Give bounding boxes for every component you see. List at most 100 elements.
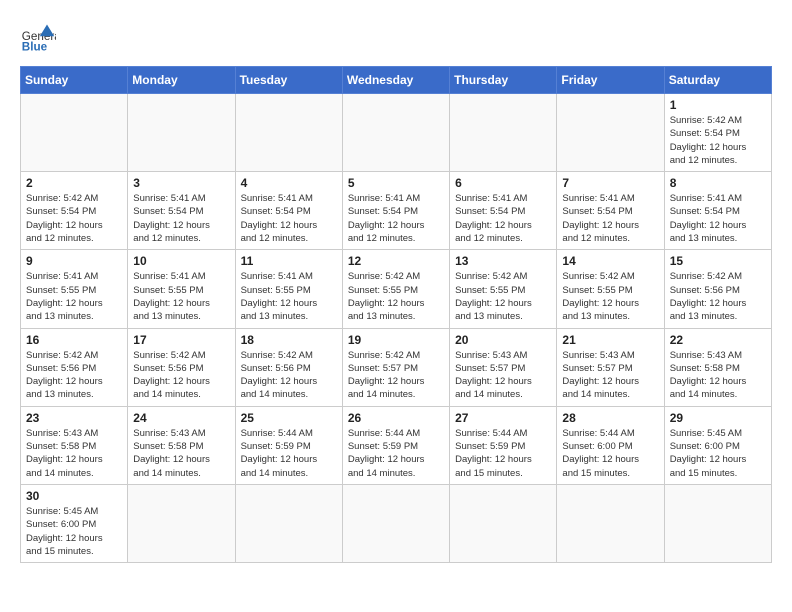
day-info: Sunrise: 5:41 AMSunset: 5:54 PMDaylight:… [133, 192, 229, 245]
calendar-cell [235, 94, 342, 172]
calendar-cell [450, 484, 557, 562]
day-info: Sunrise: 5:41 AMSunset: 5:55 PMDaylight:… [26, 270, 122, 323]
day-info: Sunrise: 5:42 AMSunset: 5:55 PMDaylight:… [348, 270, 444, 323]
day-info: Sunrise: 5:42 AMSunset: 5:56 PMDaylight:… [133, 349, 229, 402]
day-info: Sunrise: 5:42 AMSunset: 5:57 PMDaylight:… [348, 349, 444, 402]
day-number: 23 [26, 411, 122, 425]
calendar-cell [342, 94, 449, 172]
day-number: 21 [562, 333, 658, 347]
day-number: 24 [133, 411, 229, 425]
day-number: 5 [348, 176, 444, 190]
calendar-cell: 30 Sunrise: 5:45 AMSunset: 6:00 PMDayligh… [21, 484, 128, 562]
day-info: Sunrise: 5:41 AMSunset: 5:55 PMDaylight:… [133, 270, 229, 323]
day-number: 12 [348, 254, 444, 268]
day-info: Sunrise: 5:43 AMSunset: 5:58 PMDaylight:… [670, 349, 766, 402]
day-number: 9 [26, 254, 122, 268]
day-info: Sunrise: 5:42 AMSunset: 5:55 PMDaylight:… [562, 270, 658, 323]
calendar-cell [128, 484, 235, 562]
day-info: Sunrise: 5:41 AMSunset: 5:54 PMDaylight:… [670, 192, 766, 245]
logo: General Blue [20, 20, 56, 56]
calendar-cell: 10 Sunrise: 5:41 AMSunset: 5:55 PMDayligh… [128, 250, 235, 328]
day-number: 4 [241, 176, 337, 190]
day-info: Sunrise: 5:42 AMSunset: 5:55 PMDaylight:… [455, 270, 551, 323]
calendar-cell: 26 Sunrise: 5:44 AMSunset: 5:59 PMDayligh… [342, 406, 449, 484]
day-number: 26 [348, 411, 444, 425]
day-number: 16 [26, 333, 122, 347]
day-info: Sunrise: 5:43 AMSunset: 5:58 PMDaylight:… [26, 427, 122, 480]
day-info: Sunrise: 5:41 AMSunset: 5:54 PMDaylight:… [455, 192, 551, 245]
calendar-cell: 3Sunrise: 5:41 AMSunset: 5:54 PMDaylight… [128, 172, 235, 250]
calendar-cell: 25 Sunrise: 5:44 AMSunset: 5:59 PMDayligh… [235, 406, 342, 484]
day-info: Sunrise: 5:45 AMSunset: 6:00 PMDaylight:… [26, 505, 122, 558]
calendar-cell [664, 484, 771, 562]
day-number: 14 [562, 254, 658, 268]
day-info: Sunrise: 5:41 AMSunset: 5:54 PMDaylight:… [562, 192, 658, 245]
day-number: 25 [241, 411, 337, 425]
day-number: 11 [241, 254, 337, 268]
weekday-header-thursday: Thursday [450, 67, 557, 94]
day-number: 22 [670, 333, 766, 347]
day-number: 27 [455, 411, 551, 425]
calendar-cell: 27 Sunrise: 5:44 AMSunset: 5:59 PMDayligh… [450, 406, 557, 484]
day-number: 13 [455, 254, 551, 268]
calendar-cell: 14 Sunrise: 5:42 AMSunset: 5:55 PMDayligh… [557, 250, 664, 328]
day-info: Sunrise: 5:44 AMSunset: 5:59 PMDaylight:… [348, 427, 444, 480]
weekday-header-monday: Monday [128, 67, 235, 94]
calendar-cell: 9 Sunrise: 5:41 AMSunset: 5:55 PMDaylight… [21, 250, 128, 328]
day-number: 28 [562, 411, 658, 425]
day-info: Sunrise: 5:42 AMSunset: 5:56 PMDaylight:… [241, 349, 337, 402]
weekday-header-saturday: Saturday [664, 67, 771, 94]
calendar-cell: 5 Sunrise: 5:41 AMSunset: 5:54 PMDaylight… [342, 172, 449, 250]
day-info: Sunrise: 5:43 AMSunset: 5:57 PMDaylight:… [455, 349, 551, 402]
calendar-cell: 15Sunrise: 5:42 AMSunset: 5:56 PMDayligh… [664, 250, 771, 328]
calendar-cell: 2Sunrise: 5:42 AMSunset: 5:54 PMDaylight… [21, 172, 128, 250]
calendar-cell: 28 Sunrise: 5:44 AMSunset: 6:00 PMDayligh… [557, 406, 664, 484]
calendar-cell: 29Sunrise: 5:45 AMSunset: 6:00 PMDayligh… [664, 406, 771, 484]
day-number: 17 [133, 333, 229, 347]
calendar-cell [557, 484, 664, 562]
calendar-cell [342, 484, 449, 562]
day-info: Sunrise: 5:45 AMSunset: 6:00 PMDaylight:… [670, 427, 766, 480]
day-number: 6 [455, 176, 551, 190]
day-info: Sunrise: 5:41 AMSunset: 5:54 PMDaylight:… [348, 192, 444, 245]
day-info: Sunrise: 5:41 AMSunset: 5:54 PMDaylight:… [241, 192, 337, 245]
day-info: Sunrise: 5:44 AMSunset: 5:59 PMDaylight:… [241, 427, 337, 480]
calendar-cell [128, 94, 235, 172]
calendar-cell [450, 94, 557, 172]
day-number: 10 [133, 254, 229, 268]
weekday-header-friday: Friday [557, 67, 664, 94]
weekday-header-tuesday: Tuesday [235, 67, 342, 94]
calendar-cell: 8 Sunrise: 5:41 AMSunset: 5:54 PMDaylight… [664, 172, 771, 250]
day-number: 19 [348, 333, 444, 347]
calendar-cell: 21 Sunrise: 5:43 AMSunset: 5:57 PMDayligh… [557, 328, 664, 406]
page-header: General Blue [20, 20, 772, 56]
calendar-cell [21, 94, 128, 172]
calendar-cell [235, 484, 342, 562]
day-number: 2 [26, 176, 122, 190]
day-number: 20 [455, 333, 551, 347]
calendar-table: SundayMondayTuesdayWednesdayThursdayFrid… [20, 66, 772, 563]
day-info: Sunrise: 5:44 AMSunset: 6:00 PMDaylight:… [562, 427, 658, 480]
day-info: Sunrise: 5:43 AMSunset: 5:57 PMDaylight:… [562, 349, 658, 402]
weekday-header-sunday: Sunday [21, 67, 128, 94]
calendar-cell: 1Sunrise: 5:42 AMSunset: 5:54 PMDaylight… [664, 94, 771, 172]
calendar-cell: 7Sunrise: 5:41 AMSunset: 5:54 PMDaylight… [557, 172, 664, 250]
calendar-cell: 4 Sunrise: 5:41 AMSunset: 5:54 PMDaylight… [235, 172, 342, 250]
calendar-cell: 19 Sunrise: 5:42 AMSunset: 5:57 PMDayligh… [342, 328, 449, 406]
logo-icon: General Blue [20, 20, 56, 56]
day-info: Sunrise: 5:44 AMSunset: 5:59 PMDaylight:… [455, 427, 551, 480]
calendar-cell: 6 Sunrise: 5:41 AMSunset: 5:54 PMDaylight… [450, 172, 557, 250]
day-number: 8 [670, 176, 766, 190]
calendar-cell: 22 Sunrise: 5:43 AMSunset: 5:58 PMDayligh… [664, 328, 771, 406]
calendar-cell: 20 Sunrise: 5:43 AMSunset: 5:57 PMDayligh… [450, 328, 557, 406]
calendar-cell: 17 Sunrise: 5:42 AMSunset: 5:56 PMDayligh… [128, 328, 235, 406]
day-number: 15 [670, 254, 766, 268]
day-number: 30 [26, 489, 122, 503]
calendar-cell: 12 Sunrise: 5:42 AMSunset: 5:55 PMDayligh… [342, 250, 449, 328]
calendar-cell: 18 Sunrise: 5:42 AMSunset: 5:56 PMDayligh… [235, 328, 342, 406]
day-number: 18 [241, 333, 337, 347]
day-info: Sunrise: 5:41 AMSunset: 5:55 PMDaylight:… [241, 270, 337, 323]
calendar-cell: 23 Sunrise: 5:43 AMSunset: 5:58 PMDayligh… [21, 406, 128, 484]
calendar-cell: 11 Sunrise: 5:41 AMSunset: 5:55 PMDayligh… [235, 250, 342, 328]
calendar-cell: 16Sunrise: 5:42 AMSunset: 5:56 PMDayligh… [21, 328, 128, 406]
